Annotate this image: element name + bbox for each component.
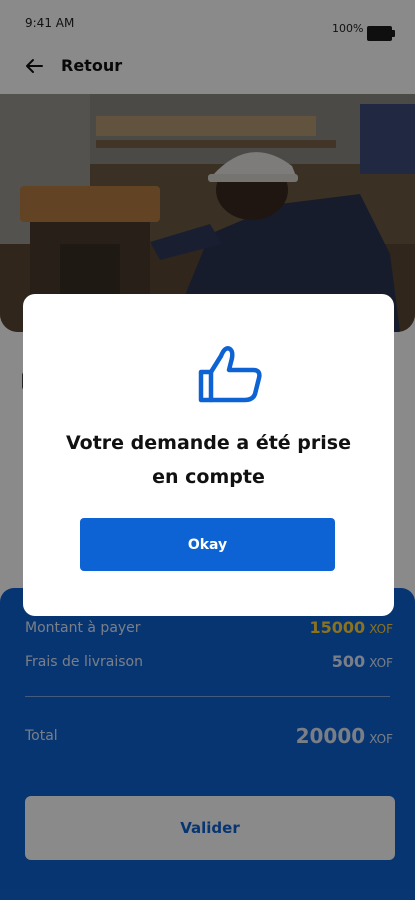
confirmation-dialog: Votre demande a été prise en compte Okay [23,294,394,616]
confirmation-message: Votre demande a été prise en compte [66,432,351,488]
okay-button[interactable]: Okay [80,518,335,571]
thumbs-up-icon [198,346,262,403]
